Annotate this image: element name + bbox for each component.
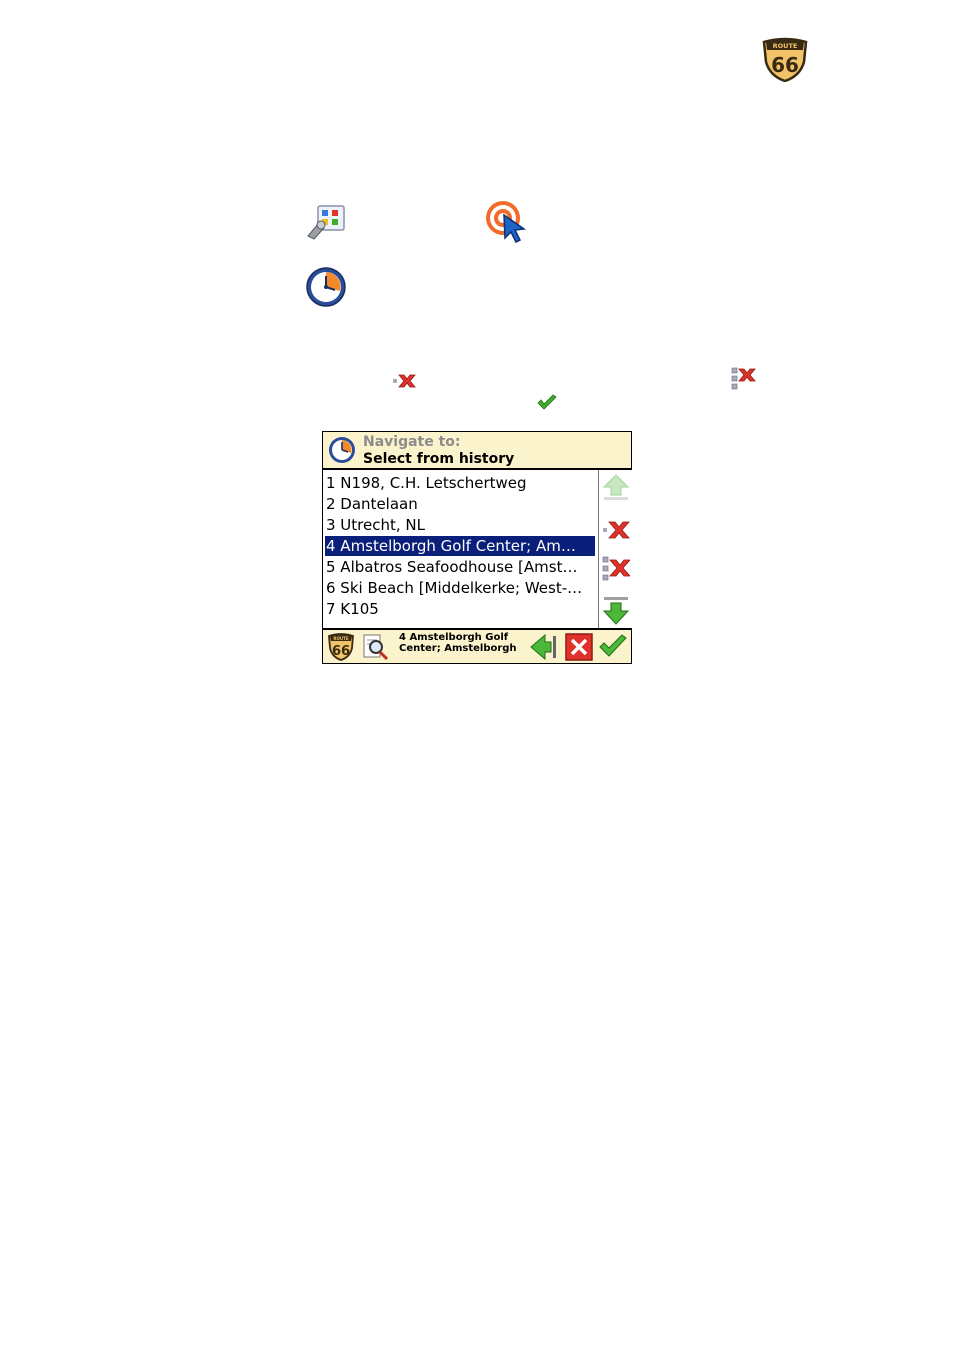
- screen-footer: ROUTE 66 4 Amstelborgh Golf Center; Amst…: [323, 628, 631, 663]
- delete-all-icon: [731, 367, 756, 390]
- route66-menu-icon[interactable]: ROUTE 66: [326, 632, 356, 662]
- footer-logo-top: ROUTE: [333, 636, 348, 641]
- list-item[interactable]: 2 Dantelaan: [325, 494, 595, 514]
- list-item[interactable]: 6 Ski Beach [Middelkerke; West-…: [325, 578, 595, 598]
- screen-header: Navigate to: Select from history: [323, 432, 631, 470]
- logo-number: 66: [771, 53, 799, 77]
- scroll-bottom-icon[interactable]: [602, 596, 630, 626]
- selected-item-info: 4 Amstelborgh Golf Center; Amstelborgh: [399, 632, 517, 654]
- logo-top-text: ROUTE: [773, 42, 798, 50]
- back-button[interactable]: [529, 633, 559, 661]
- delete-item-button[interactable]: [602, 518, 630, 542]
- list-item[interactable]: 5 Albatros Seafoodhouse [Amst…: [325, 557, 595, 577]
- history-clock-icon: [306, 267, 346, 307]
- header-subtitle: Select from history: [363, 451, 515, 467]
- scroll-top-icon[interactable]: [602, 473, 630, 501]
- delete-all-button[interactable]: [602, 554, 630, 584]
- confirm-check-icon: [537, 394, 557, 410]
- search-details-icon[interactable]: [361, 632, 391, 662]
- footer-logo-number: 66: [332, 644, 350, 659]
- cancel-button[interactable]: [565, 633, 593, 661]
- history-screen: Navigate to: Select from history 1 N198,…: [322, 431, 632, 664]
- list-sidebar: [598, 470, 632, 628]
- list-item-selected[interactable]: 4 Amstelborgh Golf Center; Am…: [325, 536, 595, 556]
- history-list[interactable]: 1 N198, C.H. Letschertweg 2 Dantelaan 3 …: [323, 470, 597, 628]
- list-item[interactable]: 7 K105: [325, 599, 595, 619]
- delete-item-icon: [393, 374, 416, 388]
- settings-palette-icon: [307, 205, 345, 240]
- list-item[interactable]: 3 Utrecht, NL: [325, 515, 595, 535]
- list-item[interactable]: 1 N198, C.H. Letschertweg: [325, 473, 595, 493]
- route66-logo: ROUTE 66: [762, 37, 808, 82]
- target-cursor-icon: [486, 201, 527, 243]
- header-title: Navigate to:: [363, 434, 461, 450]
- history-clock-icon: [329, 437, 355, 463]
- confirm-button[interactable]: [598, 633, 628, 661]
